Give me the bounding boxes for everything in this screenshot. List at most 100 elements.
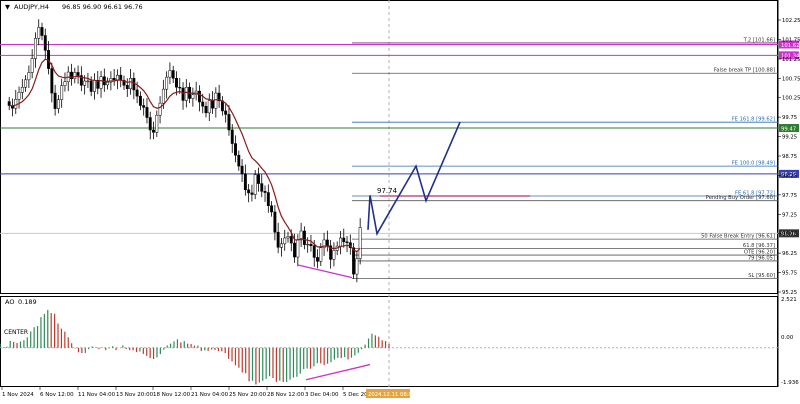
candle-body xyxy=(24,79,28,88)
candle-body xyxy=(175,78,178,88)
candle-body xyxy=(184,86,188,101)
candle-body xyxy=(168,70,172,78)
x-tick-label: 1 Nov 2024 xyxy=(2,392,34,398)
level-label-1: False break TP [100.88] xyxy=(714,68,775,74)
ind-tick-zero: 0.00 xyxy=(781,335,794,341)
candle-body xyxy=(165,76,169,90)
level-label-0: T.2 [101.66] xyxy=(743,37,775,43)
candle-body xyxy=(253,174,257,195)
candle-body xyxy=(263,191,267,193)
x-tick-label: 11 Nov 04:00 xyxy=(78,392,116,398)
candle-body xyxy=(125,85,129,90)
level-label-7: 61.8 [96.37] xyxy=(743,243,775,249)
x-tick-label: 3 Dec 04:00 xyxy=(305,392,339,398)
candle-body xyxy=(276,231,280,248)
candle-body xyxy=(306,243,310,246)
y-tick-label: 97.25 xyxy=(782,212,797,218)
candle-body xyxy=(158,102,162,116)
symbol-label: AUDJPY,H4 xyxy=(14,3,49,11)
y-tick-label: 100.25 xyxy=(782,96,800,102)
x-tick-label: 18 Nov 12:00 xyxy=(153,392,191,398)
level-label-10: SL [95.60] xyxy=(748,273,775,279)
y-tick-label: 102.25 xyxy=(782,18,800,24)
candle-body xyxy=(257,174,260,184)
candle-body xyxy=(230,129,234,144)
candle-body xyxy=(60,85,64,100)
candle-body xyxy=(224,110,228,115)
annotation-high: 97.74 xyxy=(377,187,398,195)
candle-body xyxy=(112,78,116,81)
candle-body xyxy=(40,27,44,36)
candle-body xyxy=(56,99,60,109)
candle-body xyxy=(14,99,18,109)
candle-body xyxy=(197,90,201,103)
y-tick-label: 100.75 xyxy=(782,76,800,82)
candle-body xyxy=(234,143,237,156)
candle-body xyxy=(201,101,205,107)
ind-tick-bottom: -1.936 xyxy=(781,380,799,386)
candle-body xyxy=(119,74,123,81)
candle-body xyxy=(93,79,96,92)
candle-body xyxy=(17,92,21,100)
candle-body xyxy=(319,247,323,262)
chart-canvas: 101.62101.3499.4798.2996.76T.2 [101.66]F… xyxy=(0,0,800,400)
candle-body xyxy=(243,173,247,191)
x-tick-label: 13 Nov 20:00 xyxy=(116,392,154,398)
candle-body xyxy=(325,239,329,247)
candle-body xyxy=(283,237,287,245)
candle-body xyxy=(309,243,313,247)
candle-body xyxy=(312,245,316,258)
candle-body xyxy=(89,80,93,92)
candle-body xyxy=(106,81,110,86)
symbol-triangle-icon[interactable]: ▼ xyxy=(5,3,10,11)
candle-body xyxy=(266,192,270,206)
level-label-3: FE 100.0 [98.49] xyxy=(732,161,775,167)
candle-body xyxy=(342,237,346,243)
y-tick-label: 96.75 xyxy=(782,232,797,238)
candle-body xyxy=(50,68,54,94)
candle-body xyxy=(339,237,342,247)
candle-body xyxy=(47,50,51,69)
candle-body xyxy=(227,114,231,131)
y-tick-label: 99.25 xyxy=(782,135,797,141)
candle-body xyxy=(247,189,251,194)
candle-body xyxy=(115,74,119,81)
y-tick-label: 99.75 xyxy=(782,115,797,121)
cursor-time-text: 2024.12.11 08:00 xyxy=(368,392,416,398)
candle-body xyxy=(279,243,283,248)
candle-body xyxy=(204,106,208,114)
candle-body xyxy=(211,100,215,109)
candle-body xyxy=(33,38,37,59)
indicator-name: AO xyxy=(5,298,14,306)
chart-window: 101.62 101.34 99.47 98.29 96.76 T.2 [101.66] F… xyxy=(0,0,800,400)
candle-body xyxy=(155,114,159,133)
level-label-9: 79 [96.05] xyxy=(748,255,775,261)
ind-tick-top: 2.521 xyxy=(781,297,797,303)
y-tick-label: 101.75 xyxy=(782,37,800,43)
candle-body xyxy=(181,87,185,101)
candle-body xyxy=(214,92,218,109)
candle-body xyxy=(240,165,244,175)
candle-body xyxy=(289,236,293,244)
magenta-line-top-tag-text: 101.62 xyxy=(781,43,800,49)
x-tick-label: 21 Nov 04:00 xyxy=(191,392,229,398)
candle-body xyxy=(145,107,149,118)
candle-body xyxy=(355,258,359,275)
candle-body xyxy=(237,154,241,167)
center-label: CENTER xyxy=(4,329,28,336)
candle-body xyxy=(20,86,24,93)
candle-body xyxy=(345,241,349,243)
candle-body xyxy=(332,250,336,260)
y-tick-label: 101.25 xyxy=(782,57,800,63)
candle-body xyxy=(207,100,211,114)
candle-body xyxy=(152,129,155,133)
candle-body xyxy=(53,92,57,109)
candle-body xyxy=(30,58,34,73)
candle-body xyxy=(73,72,77,79)
candle-body xyxy=(161,88,165,104)
candle-body xyxy=(138,95,142,106)
candle-body xyxy=(86,80,90,83)
candle-body xyxy=(129,78,133,90)
candle-body xyxy=(358,227,362,259)
candle-body xyxy=(293,242,297,258)
